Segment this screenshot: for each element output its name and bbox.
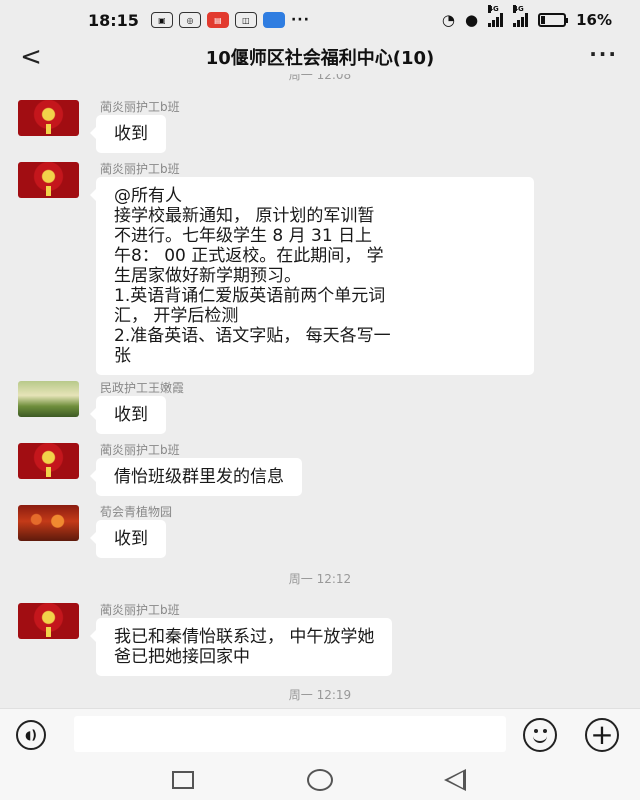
message-bubble[interactable]: 收到	[90, 520, 166, 558]
message-bubble[interactable]: 收到	[90, 115, 166, 153]
message-bubble[interactable]: 倩怡班级群里发的信息	[90, 458, 302, 496]
input-bar: ◖) +	[0, 708, 640, 760]
emoji-icon	[534, 729, 538, 733]
signal-icon-2: 4G	[513, 5, 529, 27]
emoji-button[interactable]	[523, 718, 557, 752]
sender-name: 蔺炎丽护工b班	[100, 162, 180, 176]
sender-name: 蔺炎丽护工b班	[100, 603, 180, 617]
battery-percent: 16%	[576, 11, 612, 29]
timestamp: 周一 12:12	[288, 572, 352, 586]
more-options-button[interactable]: ···	[589, 42, 618, 66]
huawei-icon: ▣	[150, 12, 173, 28]
home-button[interactable]	[307, 769, 333, 791]
sender-name: 荀会青植物园	[100, 505, 173, 519]
signal-icon-1: 4G	[488, 5, 504, 27]
more-functions-button[interactable]: +	[585, 718, 619, 752]
message-list[interactable]: 周一 12:08 蔺炎丽护工b班 收到 蔺炎丽护工b班 @所有人 接学校最新通知…	[0, 74, 640, 708]
chat-title: 10偃师区社会福利中心(10)	[205, 48, 435, 69]
system-navigation-bar	[0, 760, 640, 800]
toutiao-icon: ▤	[206, 12, 229, 28]
data-speed-icon: ◔	[441, 11, 455, 29]
voice-input-button[interactable]: ◖)	[16, 720, 46, 750]
lantern-avatar[interactable]	[18, 603, 79, 639]
recent-apps-button[interactable]	[172, 771, 194, 789]
plus-icon: +	[590, 718, 614, 751]
back-button[interactable]: <	[16, 40, 46, 74]
more-notifications-icon: ···	[290, 12, 310, 28]
message-bubble[interactable]: 收到	[90, 396, 166, 434]
message-input[interactable]	[74, 716, 506, 752]
timestamp: 周一 12:19	[288, 688, 352, 702]
lantern-avatar[interactable]	[18, 443, 79, 479]
flowers-avatar[interactable]	[18, 505, 79, 541]
timestamp: 周一 12:08	[288, 74, 352, 82]
message-bubble[interactable]: @所有人 接学校最新通知， 原计划的军训暂 不进行。七年级学生 8 月 31 日…	[90, 177, 534, 375]
chat-header: < 10偃师区社会福利中心(10) ···	[0, 40, 640, 74]
voice-icon: ◖)	[25, 728, 37, 742]
status-bar: 18:15 ▣ ◎ ▤ ◫ ··· ◔ ● 4G 4G 16%	[0, 0, 640, 40]
nature-avatar[interactable]	[18, 381, 79, 417]
status-time: 18:15	[88, 10, 139, 30]
system-back-button[interactable]	[444, 769, 466, 791]
location-icon: ●	[465, 11, 479, 29]
message-bubble[interactable]: 我已和秦倩怡联系过， 中午放学她 爸已把她接回家中	[89, 618, 393, 676]
lantern-avatar[interactable]	[18, 162, 79, 198]
lantern-avatar[interactable]	[18, 100, 79, 136]
sender-name: 民政护工王嫩霞	[100, 381, 185, 395]
weibo-icon: ◎	[178, 12, 201, 28]
battery-icon	[538, 13, 569, 27]
notification-icons: ▣ ◎ ▤ ◫	[150, 12, 285, 28]
qq-browser-icon	[262, 12, 285, 28]
bilibili-icon: ◫	[234, 12, 257, 28]
sender-name: 蔺炎丽护工b班	[100, 443, 180, 457]
sender-name: 蔺炎丽护工b班	[100, 100, 180, 114]
